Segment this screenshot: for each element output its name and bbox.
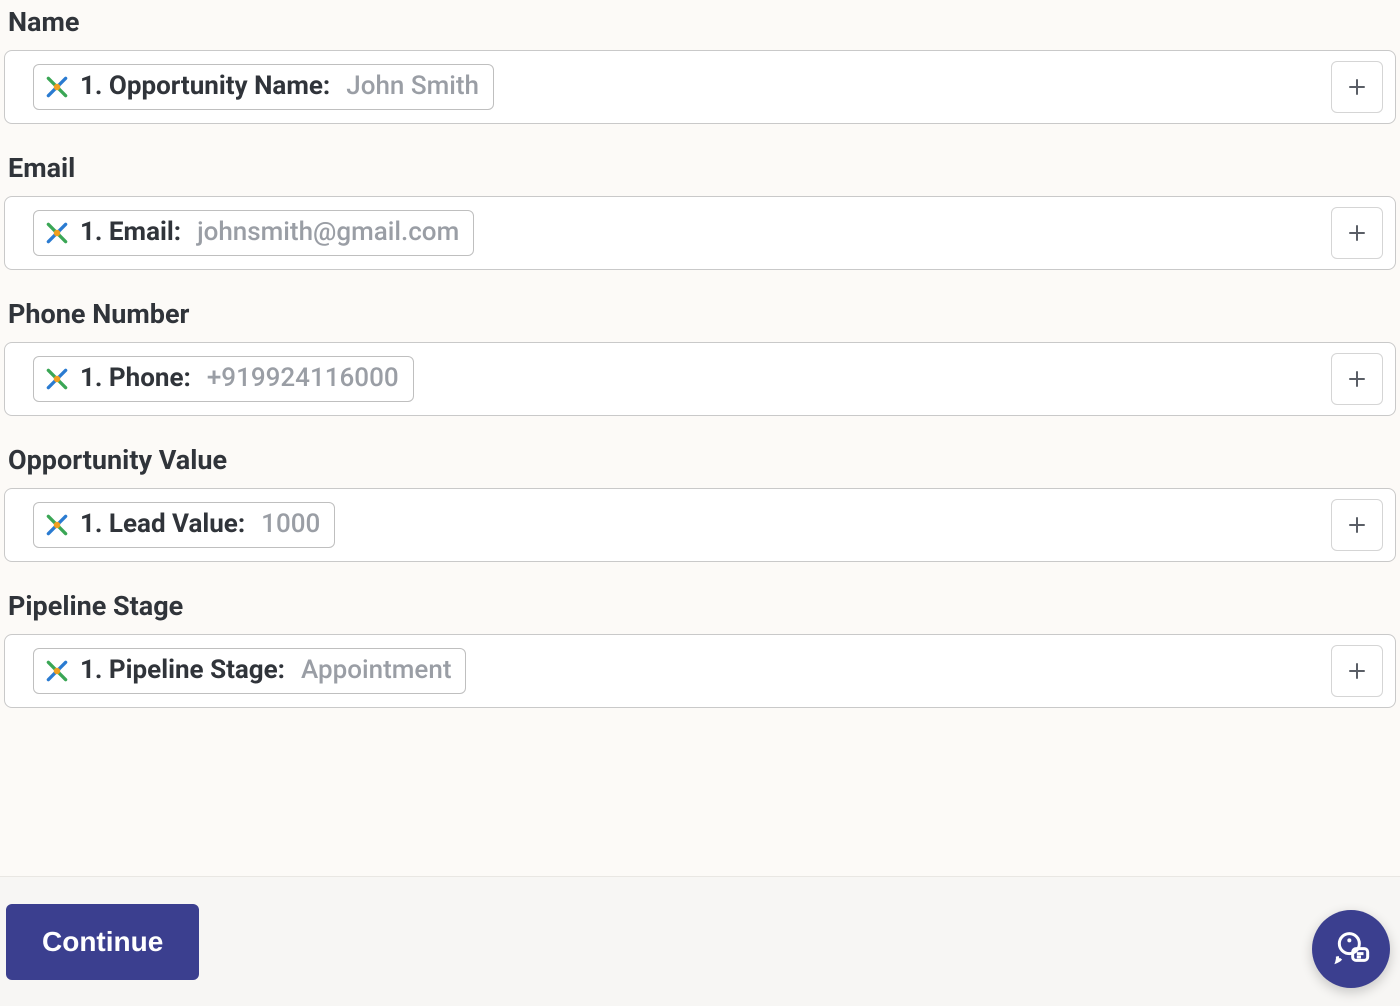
mapping-pill-email[interactable]: 1. Email: johnsmith@gmail.com xyxy=(33,210,474,255)
add-value-button[interactable] xyxy=(1331,499,1383,551)
mapping-pill-name[interactable]: 1. Opportunity Name: John Smith xyxy=(33,64,494,109)
help-fab[interactable] xyxy=(1312,910,1390,988)
mapping-pill-pipeline-stage[interactable]: 1. Pipeline Stage: Appointment xyxy=(33,648,466,693)
connector-icon xyxy=(44,512,70,538)
mapping-form: Name 1. Opportunity Name: John Smith Ema… xyxy=(4,0,1396,766)
pill-key: 1. Email: xyxy=(80,217,181,248)
field-label-email: Email xyxy=(8,152,1396,184)
add-value-button[interactable] xyxy=(1331,645,1383,697)
field-phone: Phone Number 1. Phone: +919924116000 xyxy=(4,298,1396,444)
pill-value: John Smith xyxy=(346,71,479,102)
field-name: Name 1. Opportunity Name: John Smith xyxy=(4,6,1396,152)
help-chat-icon xyxy=(1331,927,1371,971)
add-value-button[interactable] xyxy=(1331,207,1383,259)
continue-button[interactable]: Continue xyxy=(6,904,199,980)
field-label-phone: Phone Number xyxy=(8,298,1396,330)
input-email[interactable]: 1. Email: johnsmith@gmail.com xyxy=(4,196,1396,270)
connector-icon xyxy=(44,366,70,392)
pill-key: 1. Pipeline Stage: xyxy=(80,655,285,686)
field-label-opportunity-value: Opportunity Value xyxy=(8,444,1396,476)
input-name[interactable]: 1. Opportunity Name: John Smith xyxy=(4,50,1396,124)
pill-key: 1. Phone: xyxy=(80,363,191,394)
pill-key: 1. Opportunity Name: xyxy=(80,71,330,102)
pill-key: 1. Lead Value: xyxy=(80,509,245,540)
mapping-pill-phone[interactable]: 1. Phone: +919924116000 xyxy=(33,356,414,401)
pill-value: Appointment xyxy=(301,655,451,686)
input-phone[interactable]: 1. Phone: +919924116000 xyxy=(4,342,1396,416)
field-email: Email 1. Email: johnsmith@gmail.com xyxy=(4,152,1396,298)
pill-value: johnsmith@gmail.com xyxy=(197,217,459,248)
connector-icon xyxy=(44,74,70,100)
add-value-button[interactable] xyxy=(1331,353,1383,405)
add-value-button[interactable] xyxy=(1331,61,1383,113)
field-label-pipeline-stage: Pipeline Stage xyxy=(8,590,1396,622)
footer: Continue xyxy=(0,876,1400,1006)
input-pipeline-stage[interactable]: 1. Pipeline Stage: Appointment xyxy=(4,634,1396,708)
field-pipeline-stage: Pipeline Stage 1. Pipeline Stage: Appoin… xyxy=(4,590,1396,736)
connector-icon xyxy=(44,220,70,246)
mapping-pill-opportunity-value[interactable]: 1. Lead Value: 1000 xyxy=(33,502,335,547)
field-label-name: Name xyxy=(8,6,1396,38)
input-opportunity-value[interactable]: 1. Lead Value: 1000 xyxy=(4,488,1396,562)
field-opportunity-value: Opportunity Value 1. Lead Value: 1000 xyxy=(4,444,1396,590)
pill-value: +919924116000 xyxy=(207,363,399,394)
connector-icon xyxy=(44,658,70,684)
pill-value: 1000 xyxy=(261,509,320,540)
